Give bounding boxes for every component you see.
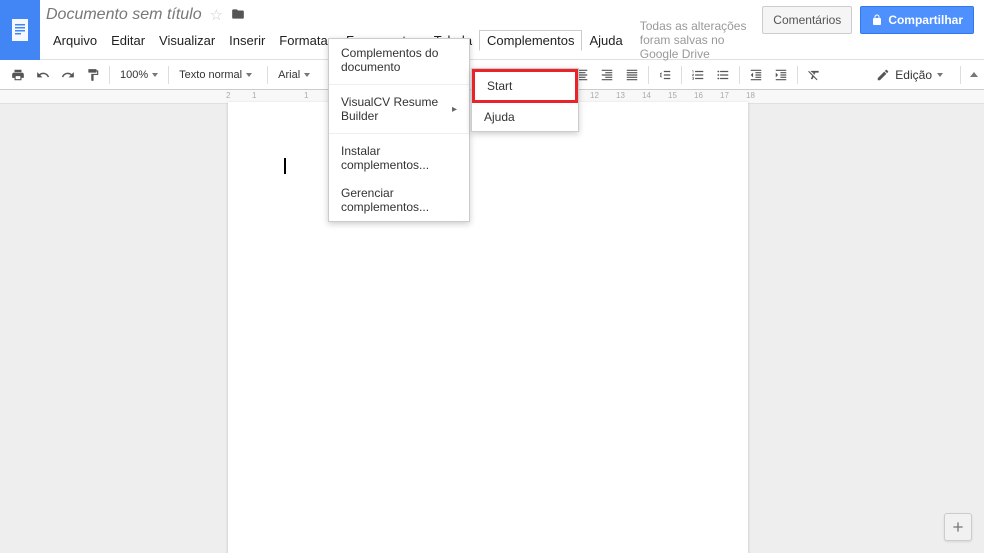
- addons-submenu: Start Ajuda: [471, 68, 579, 132]
- indent-increase-icon[interactable]: [769, 63, 793, 87]
- print-icon[interactable]: [6, 63, 30, 87]
- caret-down-icon: [152, 73, 158, 77]
- document-title[interactable]: Documento sem título: [46, 6, 202, 24]
- edit-mode-select[interactable]: Edição: [868, 68, 951, 82]
- text-cursor: [284, 158, 286, 174]
- docs-logo[interactable]: [0, 0, 40, 60]
- ruler-tick: 12: [590, 91, 599, 100]
- menu-complementos[interactable]: Complementos: [479, 30, 582, 51]
- ruler-tick: 17: [720, 91, 729, 100]
- ruler-tick: 18: [746, 91, 755, 100]
- ruler-tick: 13: [616, 91, 625, 100]
- star-icon[interactable]: ☆: [210, 6, 223, 24]
- save-status: Todas as alterações foram salvas no Goog…: [640, 19, 757, 61]
- dd-item-manage[interactable]: Gerenciar complementos...: [329, 179, 469, 221]
- folder-icon[interactable]: [231, 7, 245, 24]
- document-page[interactable]: [228, 102, 748, 553]
- dd-item-install[interactable]: Instalar complementos...: [329, 137, 469, 179]
- numbered-list-icon[interactable]: [686, 63, 710, 87]
- paint-format-icon[interactable]: [81, 63, 105, 87]
- align-right-icon[interactable]: [595, 63, 619, 87]
- dd-item-doc-addons[interactable]: Complementos do documento: [329, 39, 469, 81]
- collapse-toolbar-icon[interactable]: [970, 72, 978, 77]
- zoom-select[interactable]: 100%: [114, 63, 164, 87]
- dd-item-visualcv[interactable]: VisualCV Resume Builder: [329, 88, 469, 130]
- divider: [329, 133, 469, 134]
- menu-arquivo[interactable]: Arquivo: [46, 31, 104, 50]
- ruler-tick: 16: [694, 91, 703, 100]
- submenu-start[interactable]: Start: [472, 69, 578, 103]
- comments-button[interactable]: Comentários: [762, 6, 852, 34]
- bulleted-list-icon[interactable]: [711, 63, 735, 87]
- ruler-tick: 1: [252, 91, 256, 100]
- ruler-tick: 14: [642, 91, 651, 100]
- share-button[interactable]: Compartilhar: [860, 6, 974, 34]
- menu-editar[interactable]: Editar: [104, 31, 152, 50]
- ruler-tick: 1: [304, 91, 308, 100]
- menu-ajuda[interactable]: Ajuda: [582, 31, 629, 50]
- line-spacing-icon[interactable]: [653, 63, 677, 87]
- caret-down-icon: [304, 73, 310, 77]
- menu-visualizar[interactable]: Visualizar: [152, 31, 222, 50]
- share-label: Compartilhar: [888, 13, 963, 27]
- redo-icon[interactable]: [56, 63, 80, 87]
- explore-button[interactable]: [944, 513, 972, 541]
- editor-area: 21123456789101112131415161718: [0, 90, 984, 553]
- addons-dropdown: Complementos do documento VisualCV Resum…: [328, 38, 470, 222]
- caret-down-icon: [937, 73, 943, 77]
- ruler-tick: 15: [668, 91, 677, 100]
- align-justify-icon[interactable]: [620, 63, 644, 87]
- undo-icon[interactable]: [31, 63, 55, 87]
- style-select[interactable]: Texto normal: [173, 63, 263, 87]
- caret-down-icon: [246, 73, 252, 77]
- submenu-ajuda[interactable]: Ajuda: [472, 103, 578, 131]
- indent-decrease-icon[interactable]: [744, 63, 768, 87]
- menu-inserir[interactable]: Inserir: [222, 31, 272, 50]
- divider: [329, 84, 469, 85]
- clear-format-icon[interactable]: [802, 63, 826, 87]
- ruler-tick: 2: [226, 91, 230, 100]
